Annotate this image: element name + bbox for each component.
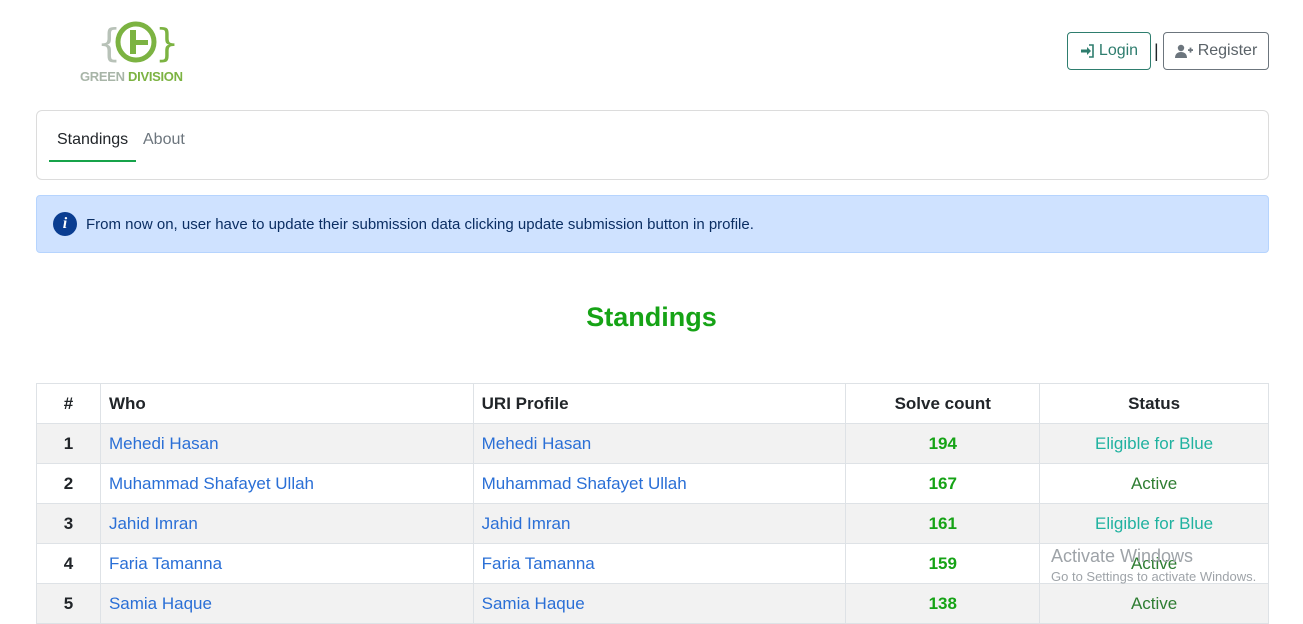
status-cell: Eligible for Blue	[1039, 423, 1269, 464]
table-row: 1 Mehedi Hasan Mehedi Hasan 194 Eligible…	[36, 423, 1269, 464]
table-row: 2 Muhammad Shafayet Ullah Muhammad Shafa…	[36, 463, 1269, 504]
column-header-solve-count: Solve count	[845, 383, 1041, 424]
rank-cell: 3	[36, 503, 101, 544]
solve-count-cell: 138	[845, 583, 1041, 624]
user-plus-icon	[1174, 44, 1193, 58]
status-cell: Active	[1039, 543, 1269, 584]
info-alert: i From now on, user have to update their…	[36, 195, 1269, 253]
column-header-status: Status	[1039, 383, 1269, 424]
register-label: Register	[1197, 42, 1258, 59]
who-link[interactable]: Mehedi Hasan	[99, 423, 474, 464]
green-division-logo-icon: { }	[97, 21, 175, 65]
solve-count-cell: 161	[845, 503, 1041, 544]
rank-cell: 4	[36, 543, 101, 584]
status-cell: Active	[1039, 583, 1269, 624]
uri-profile-link[interactable]: Jahid Imran	[472, 503, 847, 544]
login-button[interactable]: Login	[1067, 32, 1151, 70]
tab-about[interactable]: About	[143, 131, 185, 161]
logo-text: GREEN DIVISION	[80, 69, 190, 84]
rank-cell: 5	[36, 583, 101, 624]
page-title: Standings	[586, 302, 717, 332]
logo-text-green: GREEN	[80, 69, 125, 84]
who-link[interactable]: Samia Haque	[99, 583, 474, 624]
sign-in-icon	[1080, 44, 1094, 58]
table-row: 4 Faria Tamanna Faria Tamanna 159 Active	[36, 543, 1269, 584]
column-header-who: Who	[99, 383, 474, 424]
nav-card: Standings About	[36, 110, 1269, 180]
tab-standings[interactable]: Standings	[49, 131, 137, 162]
status-cell: Active	[1039, 463, 1269, 504]
uri-profile-link[interactable]: Muhammad Shafayet Ullah	[472, 463, 847, 504]
rank-cell: 2	[36, 463, 101, 504]
solve-count-cell: 167	[845, 463, 1041, 504]
alert-text: From now on, user have to update their s…	[86, 215, 754, 233]
column-header-uri-profile: URI Profile	[472, 383, 847, 424]
uri-profile-link[interactable]: Faria Tamanna	[472, 543, 847, 584]
column-header-rank: #	[36, 383, 101, 424]
header-separator: |	[1154, 41, 1159, 61]
who-link[interactable]: Jahid Imran	[99, 503, 474, 544]
table-header-row: # Who URI Profile Solve count Status	[36, 383, 1269, 424]
status-cell: Eligible for Blue	[1039, 503, 1269, 544]
standings-table: # Who URI Profile Solve count Status 1 M…	[36, 383, 1269, 624]
who-link[interactable]: Faria Tamanna	[99, 543, 474, 584]
table-row: 3 Jahid Imran Jahid Imran 161 Eligible f…	[36, 503, 1269, 544]
logo[interactable]: { } GREEN DIVISION	[80, 18, 190, 88]
register-button[interactable]: Register	[1163, 32, 1269, 70]
uri-profile-link[interactable]: Mehedi Hasan	[472, 423, 847, 464]
logo-text-division: DIVISION	[128, 69, 183, 84]
solve-count-cell: 159	[845, 543, 1041, 584]
rank-cell: 1	[36, 423, 101, 464]
table-row: 5 Samia Haque Samia Haque 138 Active	[36, 583, 1269, 624]
uri-profile-link[interactable]: Samia Haque	[472, 583, 847, 624]
login-label: Login	[1098, 42, 1139, 59]
info-icon: i	[53, 212, 77, 236]
svg-text:}: }	[155, 21, 175, 65]
who-link[interactable]: Muhammad Shafayet Ullah	[99, 463, 474, 504]
solve-count-cell: 194	[845, 423, 1041, 464]
